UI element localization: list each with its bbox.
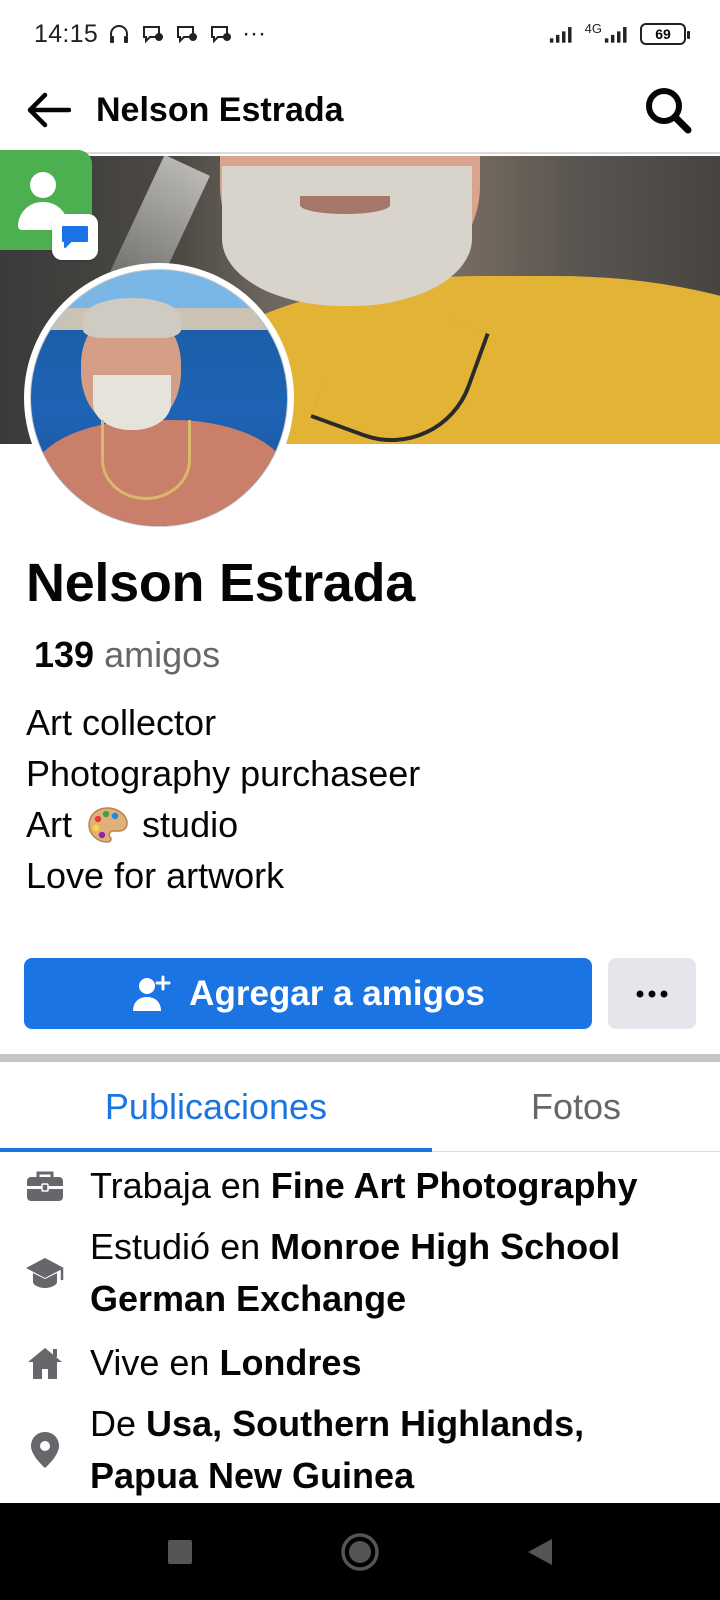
tab-publicaciones[interactable]: Publicaciones — [0, 1062, 432, 1152]
messenger-notification-icon — [140, 21, 166, 47]
back-button[interactable] — [20, 82, 76, 138]
recents-button[interactable] — [150, 1522, 210, 1582]
message-badge-icon — [52, 214, 98, 260]
battery-icon: 69 — [640, 23, 690, 45]
back-system-button[interactable] — [510, 1522, 570, 1582]
bio-line: Art collector — [26, 702, 217, 743]
section-divider — [0, 1054, 720, 1062]
bio-line: Love for artwork — [26, 855, 285, 896]
profile-bio: Art collector Photography purchaseer Art… — [26, 697, 420, 901]
profile-picture[interactable] — [24, 263, 294, 533]
page-title: Nelson Estrada — [96, 90, 344, 129]
friends-number: 139 — [34, 634, 95, 675]
avatar — [30, 269, 288, 527]
signal-icon — [549, 21, 575, 47]
status-right: 4G 69 — [549, 21, 690, 47]
bio-line: Photography purchaseer — [26, 753, 421, 794]
detail-from: De Usa, Southern Highlands, Papua New Gu… — [0, 1398, 720, 1502]
detail-text: Estudió en Monroe High School German Exc… — [90, 1221, 620, 1325]
search-icon — [646, 88, 692, 134]
school-link-continued[interactable]: German Exchange — [90, 1278, 406, 1319]
cover-detail — [222, 166, 472, 306]
friends-count[interactable]: 139 amigos — [34, 634, 220, 676]
detail-prefix: Vive en — [90, 1342, 210, 1383]
avatar-detail — [101, 420, 191, 500]
add-friend-label: Agregar a amigos — [189, 973, 485, 1013]
battery-level: 69 — [655, 26, 671, 42]
tab-fotos[interactable]: Fotos — [432, 1062, 720, 1151]
hometown-link[interactable]: Usa, Southern Highlands, — [146, 1403, 584, 1444]
bio-line: Art studio — [26, 799, 420, 850]
signal-icon-secondary — [604, 21, 630, 47]
detail-prefix: Trabaja en — [90, 1165, 261, 1206]
workplace-link[interactable]: Fine Art Photography — [271, 1165, 638, 1206]
network-type-label: 4G — [584, 21, 602, 36]
cover-detail — [300, 196, 390, 214]
status-bar: 14:15 ··· 4G 69 — [0, 0, 720, 68]
more-options-button[interactable] — [608, 958, 696, 1029]
graduation-cap-icon — [0, 1255, 90, 1291]
bio-line-end: studio — [142, 804, 239, 845]
headphones-icon — [106, 21, 132, 47]
detail-prefix: Estudió en — [90, 1226, 261, 1267]
home-circle-icon — [341, 1532, 379, 1571]
artist-palette-icon — [88, 807, 128, 843]
avatar-detail — [83, 298, 181, 338]
recents-square-icon — [168, 1539, 192, 1564]
detail-text: Vive en Londres — [90, 1337, 361, 1389]
contact-person-icon — [30, 172, 56, 198]
briefcase-icon — [0, 1169, 90, 1203]
status-left: 14:15 ··· — [34, 20, 266, 49]
school-link[interactable]: Monroe High School — [270, 1226, 620, 1267]
add-friend-button[interactable]: Agregar a amigos — [24, 958, 592, 1029]
messenger-notification-icon — [174, 21, 200, 47]
more-notifications-icon: ··· — [242, 20, 267, 47]
profile-tabs: Publicaciones Fotos — [0, 1062, 720, 1152]
detail-text: De Usa, Southern Highlands, Papua New Gu… — [90, 1398, 584, 1502]
search-button[interactable] — [638, 80, 698, 140]
home-icon — [0, 1345, 90, 1381]
back-triangle-icon — [528, 1538, 552, 1565]
contacts-chat-bubble[interactable] — [0, 150, 98, 260]
detail-prefix: De — [90, 1403, 137, 1444]
system-navigation-bar — [0, 1503, 720, 1600]
back-arrow-icon — [27, 92, 71, 128]
bio-line-start: Art — [26, 804, 73, 845]
detail-education: Estudió en Monroe High School German Exc… — [0, 1221, 720, 1325]
add-friend-icon — [133, 975, 171, 1011]
profile-header: Nelson Estrada — [0, 68, 720, 154]
friends-label: amigos — [104, 634, 221, 675]
status-time: 14:15 — [34, 19, 99, 48]
home-button[interactable] — [330, 1522, 390, 1582]
profile-name: Nelson Estrada — [26, 553, 415, 613]
more-dots-icon — [636, 990, 668, 997]
hometown-link-continued[interactable]: Papua New Guinea — [90, 1455, 414, 1496]
location-pin-icon — [0, 1430, 90, 1470]
city-link[interactable]: Londres — [219, 1342, 361, 1383]
messenger-notification-icon — [208, 21, 234, 47]
detail-work: Trabaja en Fine Art Photography — [0, 1160, 720, 1212]
detail-text: Trabaja en Fine Art Photography — [90, 1160, 637, 1212]
detail-lives: Vive en Londres — [0, 1337, 720, 1389]
